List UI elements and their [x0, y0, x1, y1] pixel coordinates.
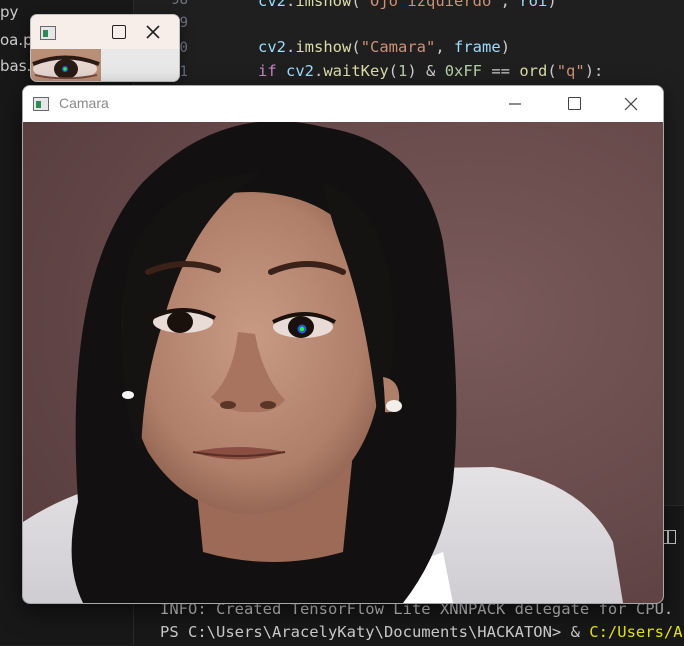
opencv-window-icon: [40, 26, 56, 40]
eye-roi-image: [31, 49, 101, 81]
minimize-icon[interactable]: [501, 95, 529, 113]
code-line[interactable]: cv2.imshow("Camara", frame): [258, 38, 510, 56]
code-token: ord: [519, 62, 548, 80]
roi-titlebar[interactable]: [31, 15, 179, 49]
code-token: 0xFF: [444, 62, 483, 80]
maximize-icon[interactable]: [112, 25, 126, 39]
code-token: cv2: [286, 62, 314, 80]
roi-window[interactable]: [30, 14, 180, 82]
code-token: cv2: [258, 38, 286, 56]
code-token: if: [258, 62, 286, 80]
code-token: imshow: [295, 0, 352, 10]
code-token: ,: [435, 38, 455, 56]
code-token: imshow: [295, 38, 352, 56]
code-token: waitKey: [323, 62, 389, 80]
code-token: ,: [500, 0, 520, 10]
line-number: 98: [171, 0, 188, 8]
code-token: cv2: [258, 0, 286, 10]
terminal-path: C:/Users/Arac: [589, 623, 684, 641]
code-token: (: [351, 0, 361, 10]
minimize-icon[interactable]: [78, 23, 96, 41]
code-token: .: [314, 62, 324, 80]
code-token: roi: [519, 0, 548, 10]
code-token: "q": [556, 62, 585, 80]
code-token: ):: [584, 62, 604, 80]
code-token: "Camara": [360, 38, 436, 56]
explorer-file[interactable]: py: [0, 3, 18, 21]
code-token: frame: [454, 38, 501, 56]
landmark-dot: [63, 67, 67, 71]
code-token: ) &: [407, 62, 445, 80]
code-token: (: [547, 62, 557, 80]
code-token: .: [286, 0, 296, 10]
camara-window[interactable]: Camara: [22, 85, 664, 604]
code-token: (: [388, 62, 399, 80]
close-icon[interactable]: [139, 21, 167, 43]
camera-feed: [23, 122, 663, 603]
code-token: ): [547, 0, 557, 10]
code-line[interactable]: if cv2.waitKey(1) & 0xFF == ord("q"):: [258, 62, 603, 80]
close-icon[interactable]: [618, 94, 644, 114]
terminal-line: PS C:\Users\AracelyKaty\Documents\HACKAT…: [160, 623, 684, 641]
terminal-prompt: PS C:\Users\AracelyKaty\Documents\HACKAT…: [160, 623, 590, 641]
roi-content: [31, 49, 179, 81]
code-token: (: [351, 38, 361, 56]
code-token: ==: [482, 62, 520, 80]
camara-titlebar[interactable]: Camara: [23, 86, 663, 122]
code-token: "Ojo izquierdo": [360, 0, 501, 10]
landmark-dot: [299, 326, 305, 332]
code-token: ): [500, 38, 511, 56]
opencv-window-icon: [33, 97, 49, 111]
maximize-icon[interactable]: [568, 97, 581, 110]
code-line[interactable]: cv2.imshow("Ojo izquierdo", roi): [258, 0, 557, 10]
code-token: .: [286, 38, 296, 56]
window-title: Camara: [59, 95, 109, 111]
code-token: 1: [398, 62, 408, 80]
